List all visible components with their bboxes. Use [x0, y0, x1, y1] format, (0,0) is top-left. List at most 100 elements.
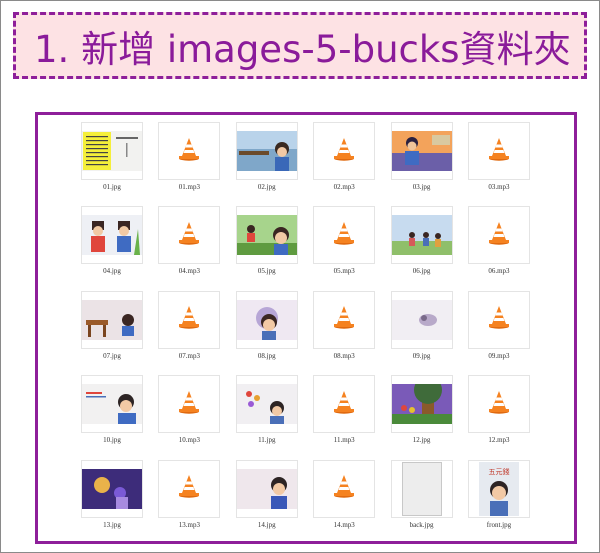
image-file-thumbnail[interactable] — [390, 122, 453, 180]
file-name-label: 04.jpg — [103, 267, 121, 276]
audio-file-thumbnail[interactable] — [467, 206, 530, 265]
image-file-thumbnail[interactable] — [390, 206, 453, 265]
audio-file-thumbnail[interactable] — [467, 290, 530, 349]
file-item[interactable]: 06.jpg — [390, 206, 453, 290]
file-item[interactable]: 07.mp3 — [158, 290, 221, 375]
vlc-cone-icon — [178, 474, 200, 503]
image-file-thumbnail[interactable]: 五元錢 — [467, 459, 530, 518]
file-name-label: 10.jpg — [103, 436, 121, 445]
image-file-thumbnail[interactable] — [235, 459, 298, 518]
audio-file-thumbnail[interactable] — [158, 206, 221, 265]
file-item[interactable]: 03.jpg — [390, 122, 453, 206]
file-item[interactable]: 07.jpg — [81, 290, 143, 375]
file-name-label: 09.jpg — [412, 351, 431, 360]
image-file-thumbnail[interactable] — [81, 459, 143, 518]
audio-file-thumbnail[interactable] — [313, 375, 376, 434]
file-item[interactable]: 01.mp3 — [158, 122, 221, 206]
file-item[interactable]: 14.mp3 — [313, 459, 376, 544]
image-file-thumbnail[interactable] — [81, 375, 143, 434]
file-item[interactable]: 12.mp3 — [467, 375, 530, 459]
audio-file-thumbnail[interactable] — [158, 375, 221, 434]
file-name-label: 03.jpg — [412, 183, 431, 191]
image-file-thumbnail[interactable] — [390, 290, 453, 349]
file-name-label: 01.mp3 — [178, 183, 200, 191]
file-name-label: 05.jpg — [257, 267, 276, 276]
file-item[interactable]: 五元錢 front.jpg — [467, 459, 530, 544]
file-name-label: 13.mp3 — [178, 520, 200, 529]
audio-file-thumbnail[interactable] — [313, 206, 376, 265]
image-preview — [391, 299, 452, 340]
file-item[interactable]: 13.jpg — [81, 459, 143, 544]
vlc-cone-icon — [178, 221, 200, 250]
file-item[interactable]: 02.jpg — [235, 122, 298, 206]
file-item[interactable]: 06.mp3 — [467, 206, 530, 290]
image-file-thumbnail[interactable] — [235, 375, 298, 434]
vlc-cone-icon — [488, 305, 510, 334]
file-item[interactable]: 09.jpg — [390, 290, 453, 375]
file-name-label: 12.mp3 — [488, 436, 510, 445]
image-file-thumbnail[interactable] — [81, 290, 143, 349]
image-file-thumbnail[interactable] — [390, 375, 453, 434]
file-item[interactable]: 14.jpg — [235, 459, 298, 544]
file-item[interactable]: 04.jpg — [81, 206, 143, 290]
image-preview — [236, 215, 297, 256]
audio-file-thumbnail[interactable] — [158, 290, 221, 349]
file-item[interactable]: 13.mp3 — [158, 459, 221, 544]
file-item[interactable]: 09.mp3 — [467, 290, 530, 375]
file-item[interactable]: 03.mp3 — [467, 122, 530, 206]
image-preview — [236, 131, 297, 171]
file-item[interactable]: 04.mp3 — [158, 206, 221, 290]
file-item[interactable]: 05.mp3 — [313, 206, 376, 290]
file-name-label: 02.jpg — [257, 183, 276, 191]
file-grid: 01.jpg 01.mp3 02.jpg 02.mp3 03.jpg 03.mp3 04.j… — [81, 122, 530, 544]
audio-file-thumbnail[interactable] — [158, 459, 221, 518]
audio-file-thumbnail[interactable] — [313, 290, 376, 349]
image-file-thumbnail[interactable] — [81, 122, 143, 180]
vlc-cone-icon — [488, 390, 510, 419]
audio-file-thumbnail[interactable] — [467, 375, 530, 434]
image-file-thumbnail[interactable] — [390, 459, 453, 518]
file-name-label: 05.mp3 — [333, 267, 355, 276]
file-item[interactable]: 10.jpg — [81, 375, 143, 459]
file-item[interactable]: 08.jpg — [235, 290, 298, 375]
file-item[interactable]: 12.jpg — [390, 375, 453, 459]
image-preview — [391, 131, 452, 171]
image-file-thumbnail[interactable] — [235, 290, 298, 349]
audio-file-thumbnail[interactable] — [467, 122, 530, 180]
file-item[interactable]: 08.mp3 — [313, 290, 376, 375]
file-name-label: front.jpg — [486, 520, 512, 529]
image-file-thumbnail[interactable] — [235, 122, 298, 180]
file-name-label: 08.jpg — [257, 351, 276, 360]
cover-title-text: 五元錢 — [488, 467, 509, 476]
file-name-label: 06.jpg — [412, 267, 431, 276]
vlc-cone-icon — [178, 305, 200, 334]
vlc-cone-icon — [178, 137, 200, 166]
file-item[interactable]: 11.jpg — [235, 375, 298, 459]
banner-title: 1. 新增 images-5-bucks資料夾 — [34, 27, 571, 71]
image-preview — [236, 384, 297, 425]
file-name-label: 02.mp3 — [333, 183, 355, 191]
file-name-label: back.jpg — [409, 520, 434, 529]
image-file-thumbnail[interactable] — [235, 206, 298, 265]
image-preview — [391, 215, 452, 256]
file-name-label: 10.mp3 — [178, 436, 200, 445]
file-item[interactable]: back.jpg — [390, 459, 453, 544]
file-name-label: 07.jpg — [103, 351, 121, 360]
file-item[interactable]: 10.mp3 — [158, 375, 221, 459]
file-name-label: 13.jpg — [103, 520, 121, 529]
file-name-label: 11.jpg — [258, 436, 276, 445]
file-item[interactable]: 11.mp3 — [313, 375, 376, 459]
image-file-thumbnail[interactable] — [81, 206, 143, 265]
file-item[interactable]: 01.jpg — [81, 122, 143, 206]
screenshot-frame: 1. 新增 images-5-bucks資料夾 01.jpg 01.mp3 02.j… — [0, 0, 600, 553]
file-name-label: 14.jpg — [257, 520, 276, 529]
vlc-cone-icon — [333, 390, 355, 419]
file-name-label: 09.mp3 — [488, 351, 510, 360]
image-preview — [82, 131, 142, 171]
audio-file-thumbnail[interactable] — [313, 459, 376, 518]
audio-file-thumbnail[interactable] — [313, 122, 376, 180]
file-item[interactable]: 05.jpg — [235, 206, 298, 290]
file-item[interactable]: 02.mp3 — [313, 122, 376, 206]
title-banner: 1. 新增 images-5-bucks資料夾 — [13, 12, 587, 79]
audio-file-thumbnail[interactable] — [158, 122, 221, 180]
